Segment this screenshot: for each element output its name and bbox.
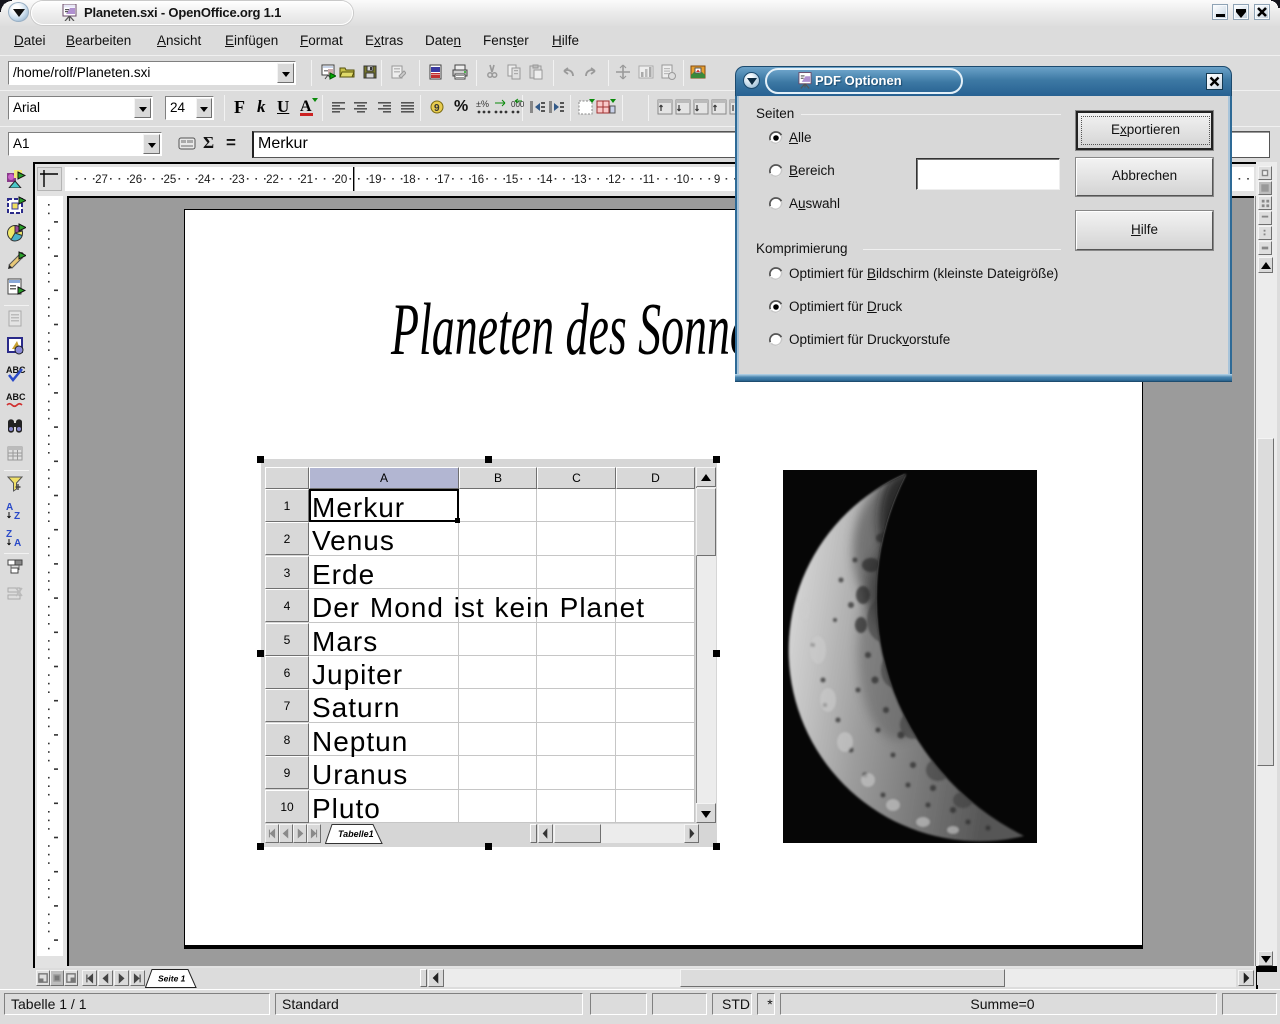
- svg-text:15: 15: [506, 174, 519, 186]
- svg-text:22: 22: [266, 174, 279, 186]
- svg-text:10: 10: [677, 174, 690, 186]
- svg-text:16: 16: [471, 174, 484, 186]
- svg-text:A: A: [14, 538, 21, 548]
- svg-text:12: 12: [608, 174, 621, 186]
- svg-text:A: A: [300, 98, 312, 115]
- svg-text:9: 9: [714, 174, 720, 186]
- svg-text:Z: Z: [14, 511, 20, 521]
- svg-text:ABC: ABC: [6, 392, 26, 402]
- svg-text:23: 23: [232, 174, 245, 186]
- svg-text:19: 19: [369, 174, 382, 186]
- svg-text:20: 20: [335, 174, 348, 186]
- svg-text:17: 17: [437, 174, 450, 186]
- svg-text:±%: ±%: [476, 99, 489, 109]
- svg-text:11: 11: [643, 174, 655, 186]
- svg-text:ABC: ABC: [6, 365, 26, 375]
- svg-text:26: 26: [129, 174, 142, 186]
- svg-text:Z: Z: [6, 529, 12, 540]
- svg-text:9: 9: [434, 103, 440, 114]
- svg-text:14: 14: [540, 174, 553, 186]
- svg-text:25: 25: [164, 174, 177, 186]
- svg-text:13: 13: [574, 174, 587, 186]
- svg-text:18: 18: [403, 174, 416, 186]
- svg-text:Seite 1: Seite 1: [158, 974, 186, 984]
- svg-text:24: 24: [198, 174, 211, 186]
- svg-text:27: 27: [95, 174, 108, 186]
- svg-text:21: 21: [300, 174, 313, 186]
- svg-text:A: A: [6, 502, 13, 513]
- svg-text:Tabelle1: Tabelle1: [338, 829, 374, 839]
